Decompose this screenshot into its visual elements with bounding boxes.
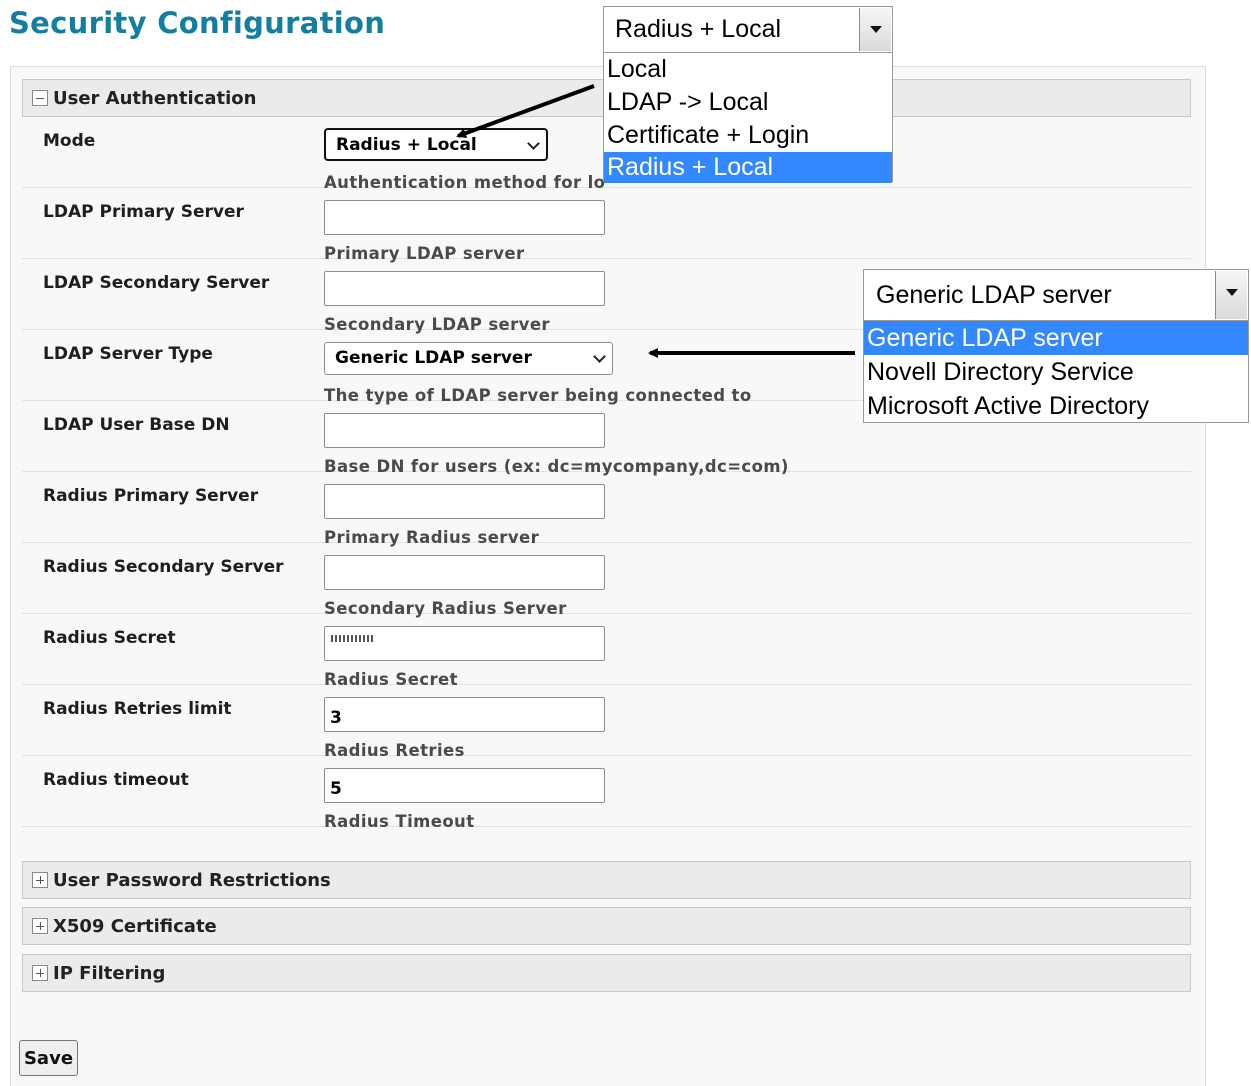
radius-secondary-input[interactable] [324,555,605,590]
section-title: User Authentication [53,87,257,109]
dropdown-arrow-icon[interactable] [859,8,891,51]
section-ip-filtering[interactable]: IP Filtering [22,954,1191,992]
radius-primary-input[interactable] [324,484,605,519]
ldap-secondary-label: LDAP Secondary Server [43,273,270,293]
mode-dropdown-callout: Radius + Local Local LDAP -> Local Certi… [603,6,893,183]
radius-retries-label: Radius Retries limit [43,699,232,719]
row-radius-primary: Radius Primary Server Primary Radius ser… [22,472,1191,547]
ldap-type-option-microsoft-ad[interactable]: Microsoft Active Directory [864,389,1248,423]
collapse-icon[interactable] [32,90,48,106]
mode-option-radius-local[interactable]: Radius + Local [604,152,892,183]
mode-dropdown-selected: Radius + Local [615,15,782,43]
mode-option-certificate-login[interactable]: Certificate + Login [604,119,892,152]
ldap-type-option-generic[interactable]: Generic LDAP server [864,321,1248,355]
ldap-secondary-input[interactable] [324,271,605,306]
mode-option-ldap-local[interactable]: LDAP -> Local [604,86,892,119]
radius-timeout-hint: Radius Timeout [324,812,475,831]
ldap-type-dropdown-selected: Generic LDAP server [876,280,1112,309]
section-user-password-restrictions[interactable]: User Password Restrictions [22,861,1191,899]
expand-icon[interactable] [32,918,48,934]
ldap-base-dn-label: LDAP User Base DN [43,415,230,435]
radius-secret-label: Radius Secret [43,628,176,648]
radius-timeout-label: Radius timeout [43,770,189,790]
ldap-type-dropdown-header[interactable]: Generic LDAP server [864,270,1248,321]
row-radius-secondary: Radius Secondary Server Secondary Radius… [22,543,1191,618]
mode-select-value: Radius + Local [336,135,477,155]
mode-label: Mode [43,131,96,151]
mode-select[interactable]: Radius + Local [324,128,548,161]
ldap-type-option-novell[interactable]: Novell Directory Service [864,355,1248,389]
row-radius-secret: Radius Secret Radius Secret [22,614,1191,689]
ldap-primary-input[interactable] [324,200,605,235]
radius-retries-input[interactable]: 3 [324,697,605,732]
radius-secret-input[interactable] [324,626,605,661]
row-radius-timeout: Radius timeout 5 Radius Timeout [22,756,1191,831]
dropdown-arrow-icon[interactable] [1215,271,1247,319]
radius-primary-label: Radius Primary Server [43,486,259,506]
chevron-down-icon [527,137,540,150]
page-title: Security Configuration [9,6,386,40]
save-button[interactable]: Save [19,1040,78,1076]
ldap-base-dn-input[interactable] [324,413,605,448]
row-ldap-primary: LDAP Primary Server Primary LDAP server [22,188,1191,263]
radius-timeout-input[interactable]: 5 [324,768,605,803]
section-title: IP Filtering [53,962,166,984]
expand-icon[interactable] [32,872,48,888]
ldap-type-dropdown-callout: Generic LDAP server Generic LDAP server … [863,269,1249,423]
radius-secondary-label: Radius Secondary Server [43,557,284,577]
masked-password [331,635,373,642]
ldap-type-select[interactable]: Generic LDAP server [324,342,613,375]
section-x509-certificate[interactable]: X509 Certificate [22,907,1191,945]
ldap-type-label: LDAP Server Type [43,344,213,364]
section-title: X509 Certificate [53,915,217,937]
mode-dropdown-header[interactable]: Radius + Local [604,7,892,53]
mode-option-local[interactable]: Local [604,53,892,86]
ldap-primary-label: LDAP Primary Server [43,202,244,222]
ldap-type-select-value: Generic LDAP server [335,348,532,368]
expand-icon[interactable] [32,965,48,981]
row-radius-retries: Radius Retries limit 3 Radius Retries [22,685,1191,760]
chevron-down-icon [593,350,606,363]
section-title: User Password Restrictions [53,869,331,891]
